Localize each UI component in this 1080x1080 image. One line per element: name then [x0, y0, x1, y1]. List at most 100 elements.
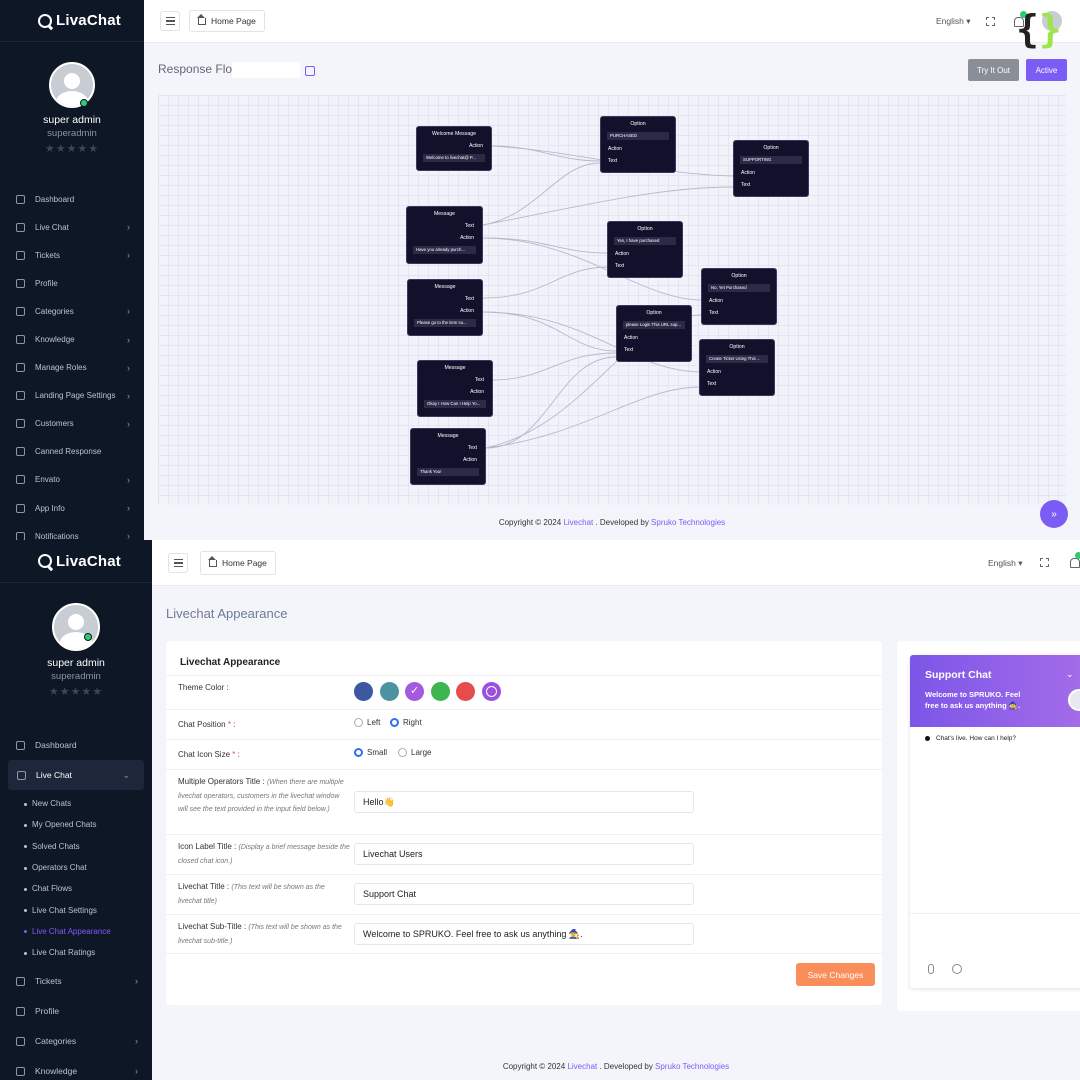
- sidebar-item-tickets[interactable]: Tickets ›: [0, 966, 152, 996]
- chevron-right-icon: ›: [127, 250, 130, 261]
- chat-input-area[interactable]: [910, 913, 1080, 983]
- sidebar-menu-lower: Tickets › Profile Categories › Knowledge ›: [0, 966, 152, 1080]
- sidebar-item-label: Knowledge: [35, 335, 75, 345]
- node-title: Option: [630, 121, 646, 127]
- menu-toggle-icon[interactable]: [168, 553, 188, 573]
- option-node-supporting[interactable]: Option SUPPORTING Action Text: [733, 140, 809, 197]
- avatar[interactable]: [49, 62, 95, 108]
- option-node-purchased[interactable]: Option PURCHASED Action Text: [600, 116, 676, 173]
- sidebar-item-dashboard[interactable]: Dashboard: [0, 185, 144, 213]
- sidebar-item-knowledge[interactable]: Knowledge ›: [0, 325, 144, 353]
- menu-icon: [16, 503, 25, 513]
- theme-color-swatch[interactable]: [354, 682, 373, 701]
- welcome-message-node[interactable]: Welcome Message Action Welcome to livech…: [416, 126, 492, 171]
- try-it-out-button[interactable]: Try It Out: [968, 59, 1019, 81]
- theme-color-swatch[interactable]: [481, 682, 501, 701]
- bell-icon[interactable]: [1070, 558, 1080, 568]
- sidebar-item-tickets[interactable]: Tickets ›: [0, 241, 144, 269]
- option-node-login[interactable]: Option please Login This URL sup... Acti…: [616, 305, 692, 362]
- footer-company-link[interactable]: Spruko Technologies: [651, 518, 725, 527]
- sidebar-item-categories[interactable]: Categories ›: [0, 297, 144, 325]
- sidebar-item-canned-response[interactable]: Canned Response: [0, 438, 144, 466]
- size-large-radio[interactable]: Large: [398, 748, 431, 757]
- menu-toggle-icon[interactable]: [160, 11, 180, 31]
- footer-app-link[interactable]: Livechat: [563, 518, 593, 527]
- flow-canvas[interactable]: Welcome Message Action Welcome to livech…: [158, 95, 1066, 505]
- save-changes-button[interactable]: Save Changes: [796, 963, 875, 986]
- submenu-item-my-opened-chats[interactable]: My Opened Chats: [0, 814, 152, 835]
- theme-color-label: Theme Color :: [178, 683, 229, 692]
- field-label: Icon Label Title :: [178, 842, 237, 851]
- theme-color-swatch[interactable]: [456, 682, 475, 701]
- theme-color-swatch[interactable]: [379, 682, 399, 701]
- sidebar-item-landing-page-settings[interactable]: Landing Page Settings ›: [0, 382, 144, 410]
- option-node-no[interactable]: Option No, Yet Purchased Action Text: [701, 268, 777, 325]
- emoji-icon[interactable]: [952, 964, 962, 974]
- home-icon: [197, 13, 206, 25]
- sidebar-item-manage-roles[interactable]: Manage Roles ›: [0, 354, 144, 382]
- multi-operators-input[interactable]: Hello👋: [354, 791, 694, 813]
- sidebar-item-dashboard[interactable]: Dashboard: [0, 730, 152, 760]
- sidebar-item-knowledge[interactable]: Knowledge ›: [0, 1056, 152, 1080]
- option-node-ticket[interactable]: Option Create Ticket Using This ... Acti…: [699, 339, 775, 396]
- sidebar-item-live-chat[interactable]: Live Chat ⌄: [8, 760, 144, 790]
- message-node-2[interactable]: Message Text Action Please go to the ite…: [407, 279, 483, 336]
- sidebar-item-app-info[interactable]: App Info ›: [0, 494, 144, 522]
- user-role: superadmin: [47, 128, 97, 139]
- sidebar-item-categories[interactable]: Categories ›: [0, 1026, 152, 1056]
- language-selector[interactable]: English ▾: [988, 558, 1023, 569]
- multi-operators-row: Multiple Operators Title : (When there a…: [166, 769, 882, 834]
- livechat-title-label: Livechat Title : (This text will be show…: [178, 881, 350, 908]
- breadcrumb[interactable]: Home Page: [200, 551, 276, 575]
- icon-size-label: Chat Icon Size * :: [178, 750, 240, 759]
- chevron-down-icon[interactable]: ⌄: [1066, 669, 1074, 680]
- flow-title[interactable]: Response Flow: [158, 62, 241, 76]
- message-node-3[interactable]: Message Text Action Okay I How Can I Hel…: [417, 360, 493, 417]
- position-right-radio[interactable]: Right: [390, 718, 422, 727]
- active-button[interactable]: Active: [1026, 59, 1067, 81]
- menu-icon: [16, 976, 25, 986]
- submenu-item-chat-flows[interactable]: Chat Flows: [0, 878, 152, 899]
- footer-app-link[interactable]: Livechat: [567, 1062, 597, 1071]
- icon-label-input[interactable]: Livechat Users: [354, 843, 694, 865]
- logo[interactable]: LivaChat: [0, 0, 144, 42]
- edge: [485, 386, 702, 449]
- avatar[interactable]: [52, 603, 100, 651]
- option-node-yes[interactable]: Option Yes, I have purchased Action Text: [607, 221, 683, 278]
- menu-icon: [16, 306, 25, 316]
- footer-copyright: Copyright © 2024: [498, 518, 564, 527]
- submenu-item-live-chat-appearance[interactable]: Live Chat Appearance: [0, 921, 152, 942]
- submenu-item-solved-chats[interactable]: Solved Chats: [0, 836, 152, 857]
- livechat-subtitle-input[interactable]: Welcome to SPRUKO. Feel free to ask us a…: [354, 923, 694, 945]
- chat-position-row: Chat Position * : Left Right: [166, 709, 882, 739]
- size-small-radio[interactable]: Small: [354, 748, 387, 757]
- footer-company-link[interactable]: Spruko Technologies: [655, 1062, 729, 1071]
- submenu-item-live-chat-ratings[interactable]: Live Chat Ratings: [0, 942, 152, 963]
- sidebar-item-customers[interactable]: Customers ›: [0, 410, 144, 438]
- logo[interactable]: LivaChat: [0, 540, 152, 583]
- fullscreen-icon[interactable]: [1040, 558, 1049, 567]
- edit-icon[interactable]: [305, 66, 315, 76]
- theme-color-swatch[interactable]: [430, 682, 450, 701]
- sidebar-item-profile[interactable]: Profile: [0, 269, 144, 297]
- livechat-title-input[interactable]: Support Chat: [354, 883, 694, 905]
- radio-label: Small: [367, 748, 388, 757]
- submenu-item-live-chat-settings[interactable]: Live Chat Settings: [0, 899, 152, 920]
- language-selector[interactable]: English ▾: [936, 16, 971, 27]
- user-profile: super admin superadmin ★★★★★: [0, 42, 144, 155]
- message-node-4[interactable]: Message Text Action Thank You!: [410, 428, 486, 485]
- theme-color-swatch[interactable]: ✓: [405, 682, 424, 701]
- sidebar-item-profile[interactable]: Profile: [0, 996, 152, 1026]
- position-left-radio[interactable]: Left: [354, 718, 380, 727]
- flow-title-input[interactable]: [232, 62, 300, 78]
- submenu-item-operators-chat[interactable]: Operators Chat: [0, 857, 152, 878]
- attachment-icon[interactable]: [928, 964, 934, 974]
- sidebar-item-envato[interactable]: Envato ›: [0, 466, 144, 494]
- fullscreen-icon[interactable]: [986, 17, 995, 26]
- sidebar-item-label: Tickets: [35, 250, 61, 260]
- sidebar-item-live-chat[interactable]: Live Chat ›: [0, 213, 144, 241]
- message-node-1[interactable]: Message Text Action Have you already pur…: [406, 206, 483, 264]
- sidebar-item-notifications[interactable]: Notifications ›: [0, 522, 144, 540]
- submenu-item-new-chats[interactable]: New Chats: [0, 793, 152, 814]
- breadcrumb[interactable]: Home Page: [189, 10, 265, 32]
